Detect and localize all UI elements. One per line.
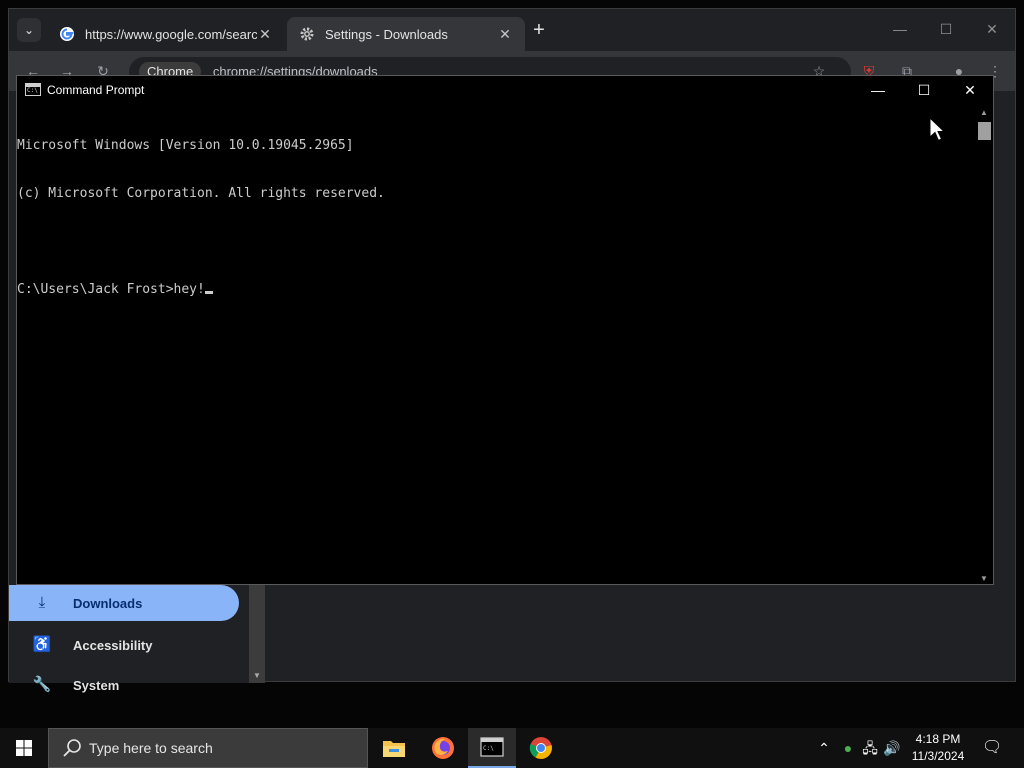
tab-google-search[interactable]: https://www.google.com/search ✕: [47, 17, 285, 51]
console-prompt-text: C:\Users\Jack Frost>hey!: [17, 282, 205, 297]
tab-settings-downloads[interactable]: Settings - Downloads ✕: [287, 17, 525, 51]
sidebar-item-label: System: [73, 677, 120, 693]
cmd-window-title: Command Prompt: [47, 83, 145, 97]
sidebar-item-system[interactable]: 🔧 System: [9, 667, 239, 703]
accessibility-icon: ♿: [32, 636, 52, 653]
volume-icon[interactable]: 🔊: [882, 738, 902, 758]
cmd-scrollbar[interactable]: ▲ ▼: [976, 106, 993, 584]
scrollbar-thumb[interactable]: [978, 122, 991, 140]
scroll-down-arrow-icon[interactable]: ▼: [252, 671, 262, 681]
wrench-icon: 🔧: [32, 676, 52, 693]
console-line: (c) Microsoft Corporation. All rights re…: [17, 186, 385, 201]
command-prompt-window[interactable]: Command Prompt — ☐ ✕ Microsoft Windows […: [16, 75, 994, 585]
file-explorer-icon: [383, 741, 405, 757]
windows-logo-icon: [16, 740, 32, 756]
chrome-window-controls: — ☐ ✕: [877, 9, 1015, 49]
tab-title: Settings - Downloads: [325, 26, 448, 42]
clock-date: 11/3/2024: [911, 749, 965, 763]
network-icon[interactable]: 🖧: [860, 738, 880, 758]
chrome-icon: [529, 737, 552, 759]
firefox-icon: [432, 737, 454, 759]
sidebar-item-accessibility[interactable]: ♿ Accessibility: [9, 627, 239, 663]
chrome-close-button[interactable]: ✕: [969, 9, 1015, 49]
tab-close-icon[interactable]: ✕: [497, 26, 513, 43]
mouse-pointer-icon: [929, 117, 945, 142]
cmd-app-icon: [25, 83, 41, 96]
search-icon: [63, 739, 81, 757]
taskbar: Type here to search C:\ ⌃ ● 🖧 🔊 4:18 PM …: [0, 728, 1024, 768]
cmd-title-bar[interactable]: Command Prompt — ☐ ✕: [17, 76, 993, 104]
console-output[interactable]: Microsoft Windows [Version 10.0.19045.29…: [17, 106, 977, 584]
download-icon: ⤓: [38, 594, 46, 611]
scroll-down-arrow-icon[interactable]: ▼: [980, 574, 988, 583]
sidebar-item-label: Accessibility: [73, 637, 153, 653]
tab-search-button[interactable]: ⌄: [17, 18, 41, 42]
new-tab-button[interactable]: +: [529, 20, 549, 41]
cmd-window-controls: — ☐ ✕: [855, 76, 993, 104]
search-placeholder: Type here to search: [89, 740, 213, 756]
cmd-close-button[interactable]: ✕: [947, 76, 993, 104]
scroll-up-arrow-icon[interactable]: ▲: [980, 108, 988, 117]
command-prompt-icon: C:\: [480, 737, 504, 757]
cmd-minimize-button[interactable]: —: [855, 76, 901, 104]
tray-chevron-up-icon[interactable]: ⌃: [814, 738, 834, 758]
desktop: ⌄ https://www.google.com/search ✕ Settin…: [0, 0, 1024, 768]
tray-user-icon[interactable]: ●: [838, 738, 858, 758]
google-favicon: [60, 27, 74, 41]
svg-text:C:\: C:\: [483, 745, 494, 752]
sidebar-item-label: Downloads: [73, 595, 143, 611]
taskbar-search-box[interactable]: Type here to search: [48, 728, 368, 768]
notification-center-icon[interactable]: 🗨: [982, 738, 1002, 758]
chrome-maximize-button[interactable]: ☐: [923, 9, 969, 49]
console-prompt-line: C:\Users\Jack Frost>hey!: [17, 282, 977, 298]
taskbar-file-explorer[interactable]: [370, 728, 418, 768]
tab-title: https://www.google.com/search: [85, 26, 257, 42]
tab-strip: ⌄ https://www.google.com/search ✕ Settin…: [9, 9, 1015, 51]
clock-time: 4:18 PM: [915, 732, 961, 746]
taskbar-firefox[interactable]: [419, 728, 467, 768]
cmd-maximize-button[interactable]: ☐: [901, 76, 947, 104]
taskbar-command-prompt[interactable]: C:\: [468, 728, 516, 768]
gear-icon: [300, 27, 314, 41]
chrome-minimize-button[interactable]: —: [877, 9, 923, 49]
start-button[interactable]: [0, 728, 48, 768]
taskbar-chrome[interactable]: [517, 728, 565, 768]
sidebar-item-downloads[interactable]: ⤓ Downloads: [9, 585, 239, 621]
system-tray: ⌃ ● 🖧 🔊 4:18 PM 11/3/2024 🗨: [804, 728, 1024, 768]
text-cursor: [204, 291, 213, 294]
tab-close-icon[interactable]: ✕: [257, 26, 273, 43]
console-line: Microsoft Windows [Version 10.0.19045.29…: [17, 138, 354, 153]
taskbar-clock[interactable]: 4:18 PM 11/3/2024: [908, 731, 968, 765]
